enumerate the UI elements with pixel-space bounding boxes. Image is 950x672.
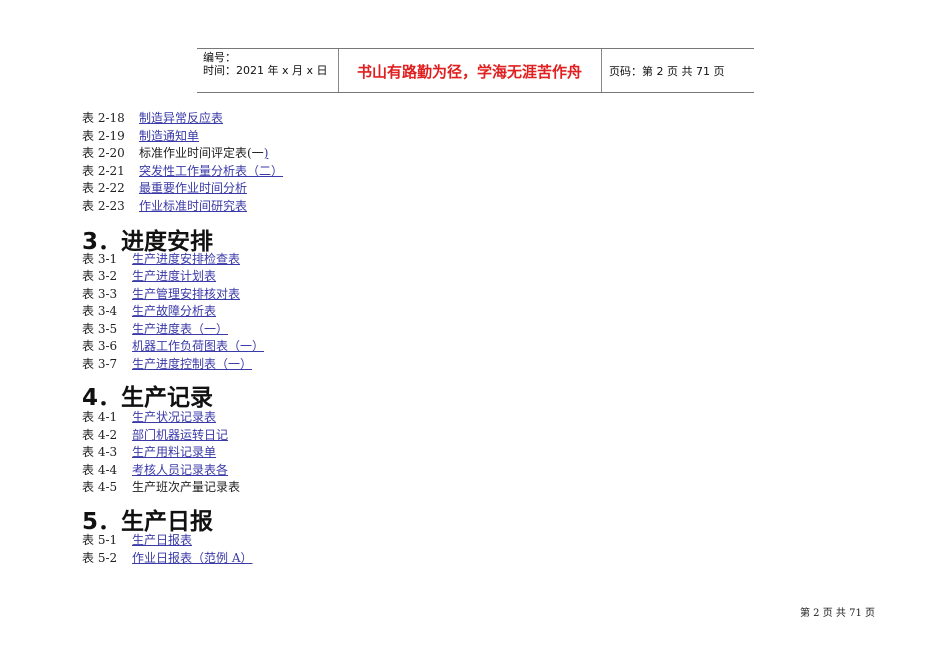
item-link[interactable]: 生产用料记录单 [132, 445, 216, 459]
item-label: 表 2-23 [82, 199, 125, 213]
table-list-item: 表 3-7 生产进度控制表（一） [82, 356, 252, 373]
page-footer: 第 2 页 共 71 页 [800, 608, 875, 619]
divider [601, 49, 602, 92]
table-list-item: 表 3-1 生产进度安排检查表 [82, 251, 240, 268]
table-list-item: 表 3-4 生产故障分析表 [82, 303, 216, 320]
page-info: 页码：第 2 页 共 71 页 [609, 65, 725, 78]
table-list-item: 表 5-2 作业日报表（范例 A） [82, 550, 252, 567]
item-link[interactable]: 生产状况记录表 [132, 410, 216, 424]
item-label: 表 3-4 [82, 304, 118, 318]
item-label: 表 2-19 [82, 129, 125, 143]
item-label: 表 4-5 [82, 480, 118, 494]
item-label: 表 2-20 [82, 146, 125, 160]
item-link[interactable]: 生产进度计划表 [132, 269, 216, 283]
table-list-item: 表 5-1 生产日报表 [82, 532, 192, 549]
number-label: 编号： [203, 51, 236, 64]
table-list-item: 表 3-5 生产进度表（一） [82, 321, 228, 338]
item-label: 表 4-4 [82, 463, 118, 477]
item-label: 表 2-18 [82, 111, 125, 125]
table-list-item: 表 4-2 部门机器运转日记 [82, 427, 228, 444]
time-label: 时间：2021 年 x 月 x 日 [203, 64, 328, 77]
item-link[interactable]: 制造异常反应表 [139, 111, 223, 125]
table-list-item: 表 4-5 生产班次产量记录表 [82, 479, 240, 496]
item-link[interactable]: 作业日报表（范例 A） [132, 551, 252, 565]
item-label: 表 3-6 [82, 339, 118, 353]
item-link[interactable]: ) [264, 146, 269, 160]
item-link[interactable]: 生产进度安排检查表 [132, 252, 240, 266]
table-list-item: 表 3-3 生产管理安排核对表 [82, 286, 240, 303]
item-link[interactable]: 生产进度控制表（一） [132, 357, 252, 371]
table-list-item: 表 2-18 制造异常反应表 [82, 110, 223, 127]
item-link[interactable]: 最重要作业时间分析 [139, 181, 247, 195]
table-list-item: 表 2-20 标准作业时间评定表(一) [82, 145, 268, 162]
table-list-item: 表 2-23 作业标准时间研究表 [82, 198, 247, 215]
item-label: 表 4-2 [82, 428, 118, 442]
item-link[interactable]: 考核人员记录表各 [132, 463, 228, 477]
section-heading: 5．生产日报 [82, 509, 214, 535]
table-list-item: 表 2-19 制造通知单 [82, 128, 199, 145]
item-label: 表 2-22 [82, 181, 125, 195]
item-label: 表 4-3 [82, 445, 118, 459]
item-link[interactable]: 制造通知单 [139, 129, 199, 143]
item-link[interactable]: 生产进度表（一） [132, 322, 228, 336]
item-link[interactable]: 突发性工作量分析表（二） [139, 164, 283, 178]
item-text: 生产班次产量记录表 [132, 480, 241, 494]
table-list-item: 表 2-21 突发性工作量分析表（二） [82, 163, 283, 180]
item-link[interactable]: 机器工作负荷图表（一） [132, 339, 264, 353]
page-header: 编号： 时间：2021 年 x 月 x 日 书山有路勤为径，学海无涯苦作舟 页码… [197, 48, 754, 93]
table-list-item: 表 4-1 生产状况记录表 [82, 409, 216, 426]
item-label: 表 3-3 [82, 287, 118, 301]
item-link[interactable]: 部门机器运转日记 [132, 428, 228, 442]
item-label: 表 3-7 [82, 357, 118, 371]
item-label: 表 5-2 [82, 551, 118, 565]
item-label: 表 4-1 [82, 410, 118, 424]
table-list-item: 表 4-3 生产用料记录单 [82, 444, 216, 461]
item-link[interactable]: 生产故障分析表 [132, 304, 216, 318]
item-text: 标准作业时间评定表(一 [139, 146, 264, 160]
item-link[interactable]: 作业标准时间研究表 [139, 199, 247, 213]
item-label: 表 3-1 [82, 252, 118, 266]
item-label: 表 5-1 [82, 533, 118, 547]
item-link[interactable]: 生产管理安排核对表 [132, 287, 240, 301]
section-heading: 4．生产记录 [82, 385, 214, 411]
table-list-item: 表 3-2 生产进度计划表 [82, 268, 216, 285]
table-list-item: 表 4-4 考核人员记录表各 [82, 462, 228, 479]
table-list-item: 表 2-22 最重要作业时间分析 [82, 180, 247, 197]
motto: 书山有路勤为径，学海无涯苦作舟 [356, 63, 582, 81]
item-label: 表 3-5 [82, 322, 118, 336]
item-label: 表 2-21 [82, 164, 125, 178]
header-info: 编号： 时间：2021 年 x 月 x 日 [203, 51, 328, 77]
item-label: 表 3-2 [82, 269, 118, 283]
table-list-item: 表 3-6 机器工作负荷图表（一） [82, 338, 264, 355]
item-link[interactable]: 生产日报表 [132, 533, 192, 547]
